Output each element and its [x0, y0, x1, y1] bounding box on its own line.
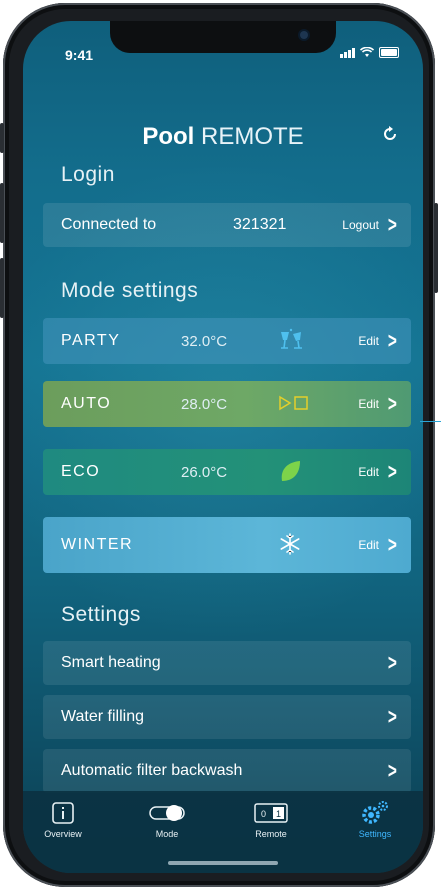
champagne-glasses-icon: [278, 328, 302, 352]
volume-down-button: [0, 258, 4, 318]
settings-label: Smart heating: [61, 654, 161, 671]
phone-frame: 9:41 Pool REMOTE Login Connected to 3213…: [0, 3, 438, 887]
chevron-right-icon[interactable]: >: [388, 704, 397, 730]
tab-label: Settings: [358, 829, 392, 839]
wifi-icon: [360, 47, 374, 57]
status-icons: [340, 47, 399, 58]
chevron-right-icon[interactable]: >: [388, 459, 397, 485]
chevron-right-icon[interactable]: >: [388, 212, 397, 238]
connected-label: Connected to: [61, 216, 157, 233]
modes-section-title: Mode settings: [61, 279, 199, 302]
settings-section-title: Settings: [61, 603, 141, 626]
edit-button[interactable]: Edit: [358, 465, 379, 479]
status-time: 9:41: [65, 47, 94, 63]
settings-label: Automatic filter backwash: [61, 762, 243, 779]
snowflake-icon: [278, 532, 302, 556]
svg-text:0: 0: [261, 809, 266, 819]
logout-button[interactable]: Logout: [342, 218, 379, 232]
tab-overview[interactable]: Overview: [23, 801, 103, 839]
edit-button[interactable]: Edit: [358, 334, 379, 348]
mode-row-auto[interactable]: AUTO 28.0°C Edit >: [43, 381, 411, 427]
tab-label: Remote: [255, 829, 287, 839]
mode-temp: 26.0°C: [181, 463, 228, 481]
settings-row-water-filling[interactable]: Water filling >: [43, 695, 411, 739]
login-row: Connected to 321321 Logout >: [43, 203, 411, 247]
app-title: Pool REMOTE: [23, 123, 423, 151]
battery-icon: [379, 47, 399, 58]
remote-switch-icon: 01: [231, 801, 311, 825]
mute-switch: [0, 123, 4, 153]
chevron-right-icon[interactable]: >: [388, 532, 397, 558]
brand-light: REMOTE: [201, 123, 304, 150]
volume-up-button: [0, 183, 4, 243]
edit-button[interactable]: Edit: [358, 397, 379, 411]
play-stop-icon: [278, 391, 308, 415]
mode-name: WINTER: [61, 536, 134, 553]
tab-bar: Overview Mode 01 Remote Settings: [23, 791, 423, 873]
tab-label: Overview: [44, 829, 82, 839]
svg-text:1: 1: [276, 809, 281, 819]
mode-temp: 28.0°C: [181, 395, 228, 413]
camera: [300, 31, 308, 39]
callout-line: [420, 421, 441, 422]
tab-label: Mode: [155, 829, 179, 839]
settings-row-filter-backwash[interactable]: Automatic filter backwash >: [43, 749, 411, 793]
tab-settings[interactable]: Settings: [335, 801, 415, 839]
settings-row-smart-heating[interactable]: Smart heating >: [43, 641, 411, 685]
mode-temp: 32.0°C: [181, 332, 228, 350]
settings-label: Water filling: [61, 708, 144, 725]
mode-row-winter[interactable]: WINTER Edit >: [43, 517, 411, 573]
app-screen: 9:41 Pool REMOTE Login Connected to 3213…: [23, 21, 423, 873]
tab-remote[interactable]: 01 Remote: [231, 801, 311, 839]
leaf-icon: [278, 459, 302, 483]
chevron-right-icon[interactable]: >: [388, 328, 397, 354]
info-icon: [23, 801, 103, 825]
signal-icon: [340, 47, 355, 58]
brand-bold: Pool: [142, 123, 195, 150]
chevron-right-icon[interactable]: >: [388, 391, 397, 417]
gear-icon: [335, 801, 415, 825]
edit-button[interactable]: Edit: [358, 538, 379, 552]
mode-name: AUTO: [61, 395, 112, 412]
mode-name: ECO: [61, 463, 101, 480]
chevron-right-icon[interactable]: >: [388, 650, 397, 676]
notch: [110, 21, 336, 53]
chevron-right-icon[interactable]: >: [388, 758, 397, 784]
power-button: [434, 203, 438, 293]
mode-row-eco[interactable]: ECO 26.0°C Edit >: [43, 449, 411, 495]
tab-mode[interactable]: Mode: [127, 801, 207, 839]
connected-value: 321321: [233, 216, 287, 233]
toggle-icon: [127, 801, 207, 825]
home-indicator[interactable]: [168, 861, 278, 865]
mode-row-party[interactable]: PARTY 32.0°C Edit >: [43, 318, 411, 364]
mode-name: PARTY: [61, 332, 121, 349]
refresh-icon[interactable]: [381, 125, 399, 149]
login-section-title: Login: [61, 163, 115, 186]
